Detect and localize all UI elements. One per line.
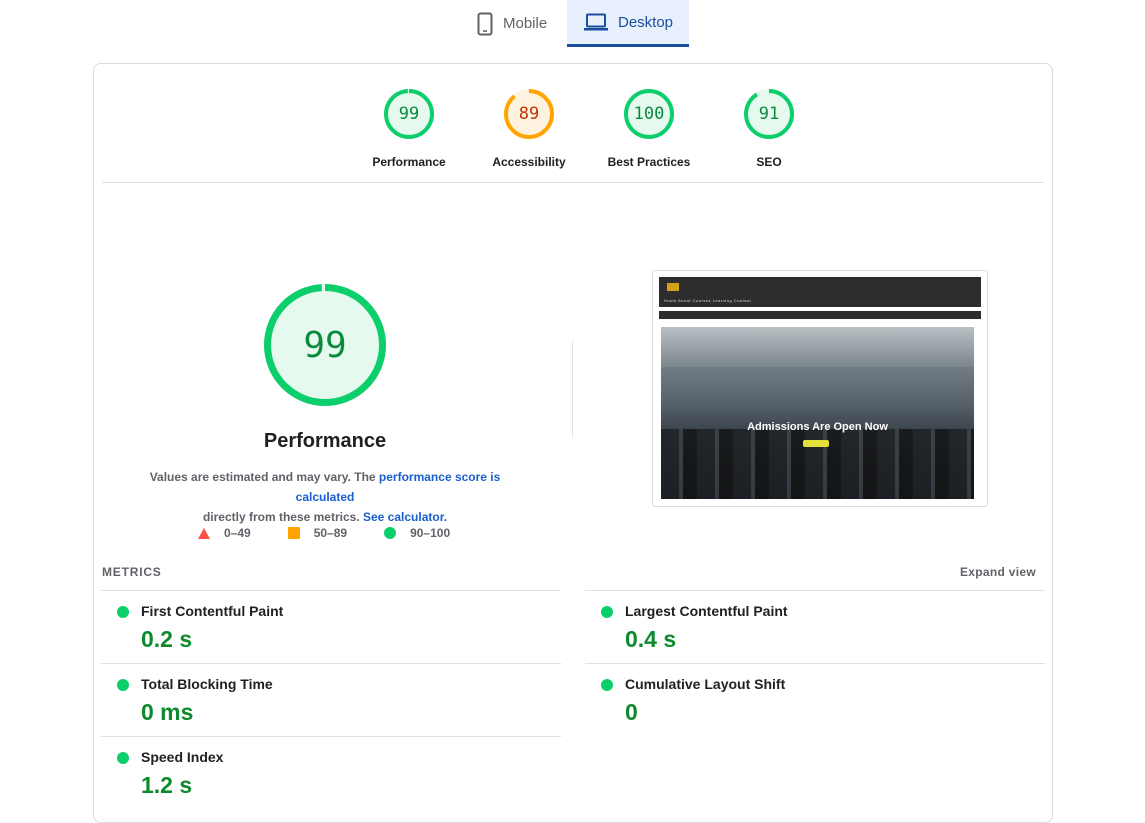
thumb-nav-links: Home About Courses Learning Contact bbox=[664, 298, 752, 303]
metric-value: 0.2 s bbox=[141, 626, 193, 652]
metric-cumulative-layout-shift: Cumulative Layout Shift 0 bbox=[585, 663, 1045, 736]
section-divider bbox=[102, 182, 1044, 183]
legend-item-average: 50–89 bbox=[287, 526, 348, 540]
thumb-topbar bbox=[659, 311, 981, 319]
performance-title: Performance bbox=[263, 430, 387, 452]
legend-range: 0–49 bbox=[224, 526, 251, 540]
report-card: 99 Performance 89 Accessibility 100 Best… bbox=[93, 63, 1053, 823]
legend-item-pass: 90–100 bbox=[384, 526, 450, 540]
metric-name: Cumulative Layout Shift bbox=[625, 676, 786, 692]
device-tabs: Mobile Desktop bbox=[467, 0, 690, 47]
triangle-icon bbox=[198, 527, 210, 539]
gauge-label: SEO bbox=[756, 155, 782, 169]
see-calculator-link[interactable]: See calculator. bbox=[363, 510, 447, 524]
thumb-navbar: Home About Courses Learning Contact bbox=[659, 277, 981, 307]
gauge-ring: 91 bbox=[744, 89, 794, 139]
gauge-score: 91 bbox=[758, 104, 780, 124]
pass-circle-icon bbox=[117, 752, 129, 764]
legend-range: 90–100 bbox=[410, 526, 451, 540]
thumb-hero-heading: Admissions Are Open Now bbox=[747, 421, 888, 433]
metric-largest-contentful-paint: Largest Contentful Paint 0.4 s bbox=[585, 590, 1045, 663]
square-icon bbox=[287, 527, 300, 539]
metric-name: Speed Index bbox=[141, 749, 224, 765]
category-gauges: 99 Performance 89 Accessibility 100 Best… bbox=[349, 89, 829, 169]
gauge-label: Best Practices bbox=[607, 155, 691, 169]
legend-range: 50–89 bbox=[313, 526, 348, 540]
expand-view-button[interactable]: Expand view bbox=[960, 565, 1036, 579]
performance-main-score: 99 bbox=[303, 324, 347, 366]
pass-circle-icon bbox=[117, 606, 129, 618]
gauge-ring: 99 bbox=[384, 89, 434, 139]
pass-circle-icon bbox=[117, 679, 129, 691]
metric-value: 0.4 s bbox=[625, 626, 677, 652]
metric-name: Largest Contentful Paint bbox=[625, 603, 788, 619]
gauge-label: Accessibility bbox=[492, 155, 566, 169]
tab-mobile[interactable]: Mobile bbox=[467, 0, 567, 47]
metrics-heading: METRICS bbox=[102, 565, 162, 579]
metric-speed-index: Speed Index 1.2 s bbox=[101, 736, 561, 809]
pass-circle-icon bbox=[601, 679, 613, 691]
thumb-hero-image: Admissions Are Open Now bbox=[661, 327, 974, 499]
score-legend: 0–49 50–89 90–100 bbox=[198, 526, 487, 540]
tab-desktop[interactable]: Desktop bbox=[567, 0, 690, 47]
metric-name: First Contentful Paint bbox=[141, 603, 284, 619]
metric-name: Total Blocking Time bbox=[141, 676, 273, 692]
metric-total-blocking-time: Total Blocking Time 0 ms bbox=[101, 663, 561, 736]
gauge-score: 100 bbox=[633, 104, 665, 124]
gauge-ring: 100 bbox=[624, 89, 674, 139]
desc-text: Values are estimated and may vary. The bbox=[149, 470, 379, 484]
performance-description: Values are estimated and may vary. The p… bbox=[120, 467, 530, 527]
mobile-phone-icon bbox=[477, 12, 493, 36]
metric-value: 1.2 s bbox=[141, 772, 193, 798]
thumb-logo bbox=[667, 283, 679, 291]
performance-main-gauge: 99 bbox=[264, 284, 386, 406]
metrics-header: METRICS Expand view bbox=[102, 565, 1036, 579]
category-gauge-performance[interactable]: 99 Performance bbox=[349, 89, 469, 169]
metrics-column-right: Largest Contentful Paint 0.4 s Cumulativ… bbox=[585, 590, 1045, 736]
category-gauge-accessibility[interactable]: 89 Accessibility bbox=[469, 89, 589, 169]
metric-first-contentful-paint: First Contentful Paint 0.2 s bbox=[101, 590, 561, 663]
category-gauge-seo[interactable]: 91 SEO bbox=[709, 89, 829, 169]
desc-text: directly from these metrics. bbox=[202, 510, 363, 524]
laptop-icon bbox=[584, 13, 608, 31]
gauge-score: 89 bbox=[518, 104, 540, 124]
thumb-hero-ceiling bbox=[661, 327, 974, 367]
circle-icon bbox=[384, 527, 397, 539]
category-gauge-best-practices[interactable]: 100 Best Practices bbox=[589, 89, 709, 169]
pass-circle-icon bbox=[601, 606, 613, 618]
gauge-score: 99 bbox=[398, 104, 420, 124]
metric-value: 0 bbox=[625, 699, 638, 725]
gauge-ring: 89 bbox=[504, 89, 554, 139]
gauge-label: Performance bbox=[372, 155, 446, 169]
vertical-separator bbox=[572, 341, 573, 437]
tab-mobile-label: Mobile bbox=[503, 15, 548, 32]
tab-desktop-label: Desktop bbox=[618, 13, 674, 31]
metric-value: 0 ms bbox=[141, 699, 194, 725]
page-screenshot-thumbnail[interactable]: Home About Courses Learning Contact Admi… bbox=[652, 270, 988, 507]
legend-item-fail: 0–49 bbox=[198, 526, 251, 540]
metrics-column-left: First Contentful Paint 0.2 s Total Block… bbox=[101, 590, 561, 809]
thumb-hero-button bbox=[803, 440, 829, 447]
